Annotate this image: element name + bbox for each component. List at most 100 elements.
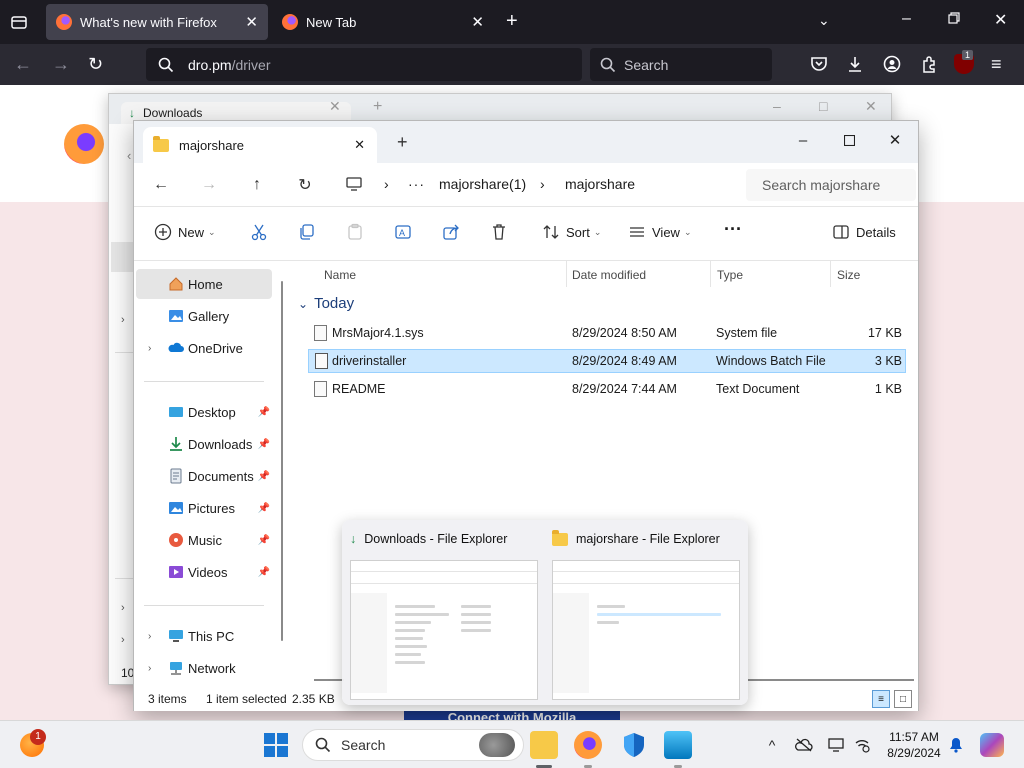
column-header-size[interactable]: Size	[837, 268, 860, 282]
sidebar-scrollbar[interactable]	[281, 281, 283, 641]
new-tab-button[interactable]: +	[506, 10, 518, 33]
view-button[interactable]: View ⌄	[628, 223, 692, 241]
sidebar-item-music[interactable]: Music 📌	[136, 525, 272, 555]
app-menu-icon[interactable]: ≡	[991, 54, 1002, 75]
file-row[interactable]: README 8/29/2024 7:44 AM Text Document 1…	[308, 377, 906, 401]
more-options-icon[interactable]: ···	[724, 219, 742, 240]
thumbnail-majorshare[interactable]: majorshare - File Explorer	[544, 520, 740, 705]
paste-button[interactable]	[346, 223, 364, 241]
restore-button[interactable]	[948, 12, 960, 24]
delete-button[interactable]	[490, 223, 508, 241]
sidebar-item-onedrive[interactable]: › OneDrive	[136, 333, 272, 363]
file-explorer-taskbar-icon[interactable]	[530, 731, 558, 759]
downloads-icon[interactable]	[846, 55, 864, 73]
close-tab-icon[interactable]: ✕	[354, 137, 365, 153]
close-tab-icon[interactable]: ✕	[245, 13, 258, 31]
column-header-type[interactable]: Type	[717, 268, 743, 282]
notification-bell-icon[interactable]	[946, 735, 966, 755]
downloads-chevron-icon[interactable]: ›	[121, 602, 125, 614]
sidebar-item-desktop[interactable]: Desktop 📌	[136, 397, 272, 427]
this-pc-breadcrumb-icon[interactable]	[346, 177, 362, 191]
horizontal-scrollbar[interactable]	[748, 679, 914, 681]
sort-button[interactable]: Sort ⌄	[542, 223, 601, 241]
downloads-close-tab-icon[interactable]: ✕	[329, 98, 341, 115]
sidebar-item-downloads[interactable]: Downloads 📌	[136, 429, 272, 459]
windows-security-taskbar-icon[interactable]	[620, 731, 648, 759]
url-bar[interactable]: dro.pm/driver	[146, 48, 582, 81]
sidebar-item-pictures[interactable]: Pictures 📌	[136, 493, 272, 523]
start-button[interactable]	[264, 733, 288, 757]
file-row-selected[interactable]: driverinstaller 8/29/2024 8:49 AM Window…	[308, 349, 906, 373]
column-header-name[interactable]: Name	[324, 268, 356, 282]
sidebar-item-gallery[interactable]: Gallery	[136, 301, 272, 331]
close-tab-icon[interactable]: ✕	[471, 13, 484, 31]
column-separator[interactable]	[830, 261, 831, 287]
taskbar-search[interactable]: Search	[302, 729, 524, 761]
list-all-tabs-icon[interactable]	[10, 13, 28, 31]
rename-button[interactable]: A	[394, 223, 412, 241]
explorer-tab-majorshare[interactable]: majorshare ✕	[143, 127, 377, 163]
reload-icon[interactable]: ↻	[88, 54, 103, 75]
details-view-icon[interactable]: ≡	[872, 690, 890, 708]
up-icon[interactable]: ↑	[246, 175, 268, 195]
refresh-icon[interactable]: ↻	[294, 175, 316, 195]
forward-icon[interactable]: →	[52, 54, 70, 75]
tab-whats-new[interactable]: What's new with Firefox ✕	[46, 4, 268, 40]
breadcrumb-item[interactable]: majorshare(1)	[439, 176, 526, 192]
minimize-button[interactable]: –	[780, 127, 826, 153]
firefox-taskbar-icon[interactable]	[574, 731, 602, 759]
chevron-right-icon[interactable]: ›	[148, 631, 151, 642]
maximize-button[interactable]	[826, 127, 872, 153]
breadcrumb-item[interactable]: majorshare	[565, 176, 635, 192]
extensions-icon[interactable]	[920, 55, 938, 73]
tab-list-chevron-icon[interactable]: ⌄	[818, 12, 830, 29]
back-icon[interactable]: ←	[150, 175, 172, 195]
chevron-right-icon[interactable]: ›	[148, 663, 151, 674]
downloads-chevron-icon[interactable]: ›	[121, 314, 125, 326]
close-window-button[interactable]: ✕	[994, 10, 1007, 30]
back-icon[interactable]: ←	[14, 54, 32, 75]
cut-button[interactable]	[250, 223, 268, 241]
sidebar-item-videos[interactable]: Videos 📌	[136, 557, 272, 587]
column-separator[interactable]	[566, 261, 567, 287]
downloads-close-button[interactable]: ✕	[865, 98, 877, 115]
breadcrumb-overflow-icon[interactable]: ···	[408, 176, 425, 192]
copilot-icon[interactable]	[980, 733, 1004, 757]
chevron-right-icon[interactable]: ›	[148, 343, 151, 354]
search-bar[interactable]: Search	[590, 48, 772, 81]
pocket-icon[interactable]	[810, 55, 828, 73]
close-button[interactable]: ✕	[872, 127, 918, 153]
sidebar-item-this-pc[interactable]: › This PC	[136, 621, 272, 651]
group-header-today[interactable]: ⌄ Today	[298, 295, 354, 312]
minimize-button[interactable]: –	[902, 10, 911, 28]
forward-icon[interactable]: →	[198, 175, 220, 195]
copy-button[interactable]	[298, 223, 316, 241]
onedrive-offline-icon[interactable]	[794, 735, 814, 755]
tiles-view-icon[interactable]: □	[894, 690, 912, 708]
downloads-chevron-icon[interactable]: ›	[121, 634, 125, 646]
network-disconnected-icon[interactable]	[852, 735, 872, 755]
tab-new-tab[interactable]: New Tab ✕	[272, 4, 494, 40]
file-row[interactable]: MrsMajor4.1.sys 8/29/2024 8:50 AM System…	[308, 321, 906, 345]
display-icon[interactable]	[826, 735, 846, 755]
sidebar-item-documents[interactable]: Documents 📌	[136, 461, 272, 491]
breadcrumb-chevron-icon[interactable]: ›	[384, 176, 389, 192]
details-button[interactable]: Details	[832, 223, 896, 241]
share-button[interactable]	[442, 223, 460, 241]
downloads-back-icon[interactable]: ‹	[127, 148, 131, 163]
new-button[interactable]: New ⌄	[154, 223, 216, 241]
sidebar-item-home[interactable]: Home	[136, 269, 272, 299]
new-tab-icon[interactable]: +	[397, 132, 408, 153]
breadcrumb-chevron-icon[interactable]: ›	[540, 176, 545, 192]
downloads-new-tab-icon[interactable]: +	[373, 98, 382, 116]
search-input[interactable]: Search majorshare	[746, 169, 916, 201]
downloads-minimize-button[interactable]: –	[773, 98, 781, 114]
column-separator[interactable]	[710, 261, 711, 287]
thumbnail-downloads[interactable]: ↓ Downloads - File Explorer	[342, 520, 538, 705]
downloads-maximize-button[interactable]: □	[819, 98, 827, 114]
account-icon[interactable]	[883, 55, 901, 73]
chevron-up-icon[interactable]: ^	[762, 735, 782, 755]
system-clock[interactable]: 11:57 AM 8/29/2024	[880, 729, 948, 761]
column-header-date-modified[interactable]: Date modified	[572, 268, 646, 282]
horizontal-scrollbar[interactable]	[314, 679, 344, 681]
